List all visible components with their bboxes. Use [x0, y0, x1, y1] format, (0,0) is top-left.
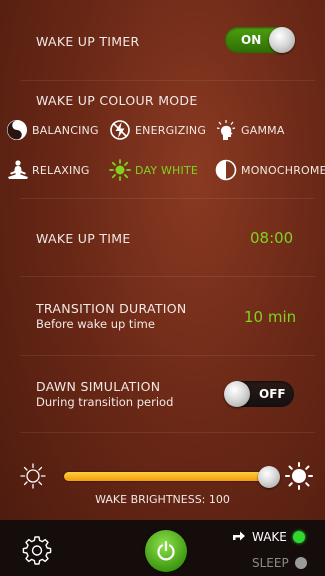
dawn-simulation-label: DAWN SIMULATION — [36, 379, 161, 394]
arrow-right-icon — [232, 529, 246, 544]
dawn-simulation-sublabel: During transition period — [36, 395, 174, 409]
mode-balancing[interactable]: BALANCING — [6, 119, 99, 141]
toggle-knob — [224, 381, 250, 407]
mode-label: MONOCHROME — [241, 163, 325, 177]
wake-label: WAKE — [252, 529, 287, 544]
dawn-simulation-toggle[interactable]: OFF — [224, 381, 294, 407]
wake-up-timer-label: WAKE UP TIMER — [36, 34, 140, 49]
wake-mode-indicator[interactable]: WAKE — [232, 529, 305, 544]
power-icon — [155, 540, 177, 566]
wake-up-time-row[interactable]: WAKE UP TIME 08:00 — [0, 215, 325, 265]
mode-energizing[interactable]: ENERGIZING — [109, 119, 206, 141]
mode-label: ENERGIZING — [135, 123, 207, 137]
mode-label: DAY WHITE — [135, 163, 199, 177]
sleep-label: SLEEP — [252, 556, 289, 570]
gear-icon[interactable] — [22, 535, 52, 569]
divider — [20, 355, 315, 356]
sleep-mode-indicator[interactable]: SLEEP — [252, 556, 307, 570]
mode-gamma[interactable]: GAMMA — [215, 119, 285, 141]
transition-duration-label: TRANSITION DURATION — [36, 301, 187, 316]
dawn-simulation-toggle-state: OFF — [259, 387, 286, 401]
wake-up-time-label: WAKE UP TIME — [36, 231, 131, 246]
brightness-slider-handle[interactable] — [258, 466, 280, 488]
lightning-icon — [109, 119, 131, 141]
transition-duration-row[interactable]: TRANSITION DURATION Before wake up time … — [0, 290, 325, 345]
mode-label: GAMMA — [241, 123, 285, 137]
mode-label: BALANCING — [32, 123, 99, 137]
mode-label: RELAXING — [32, 163, 90, 177]
wake-up-time-value: 08:00 — [250, 229, 294, 247]
wake-status-dot — [292, 530, 305, 543]
half-circle-icon — [215, 159, 237, 181]
head-glow-icon — [215, 119, 237, 141]
transition-duration-value: 10 min — [244, 308, 297, 326]
meditation-icon — [6, 159, 28, 181]
mode-day-white[interactable]: DAY WHITE — [109, 159, 198, 181]
mode-monochrome[interactable]: MONOCHROME — [215, 159, 325, 181]
wake-up-timer-toggle-state: ON — [241, 33, 262, 47]
divider — [20, 432, 315, 433]
divider — [20, 198, 315, 199]
brightness-slider-track[interactable] — [64, 472, 274, 481]
sleep-status-dot — [294, 557, 307, 569]
divider — [20, 80, 315, 81]
wake-brightness-label: WAKE BRIGHTNESS: 100 — [95, 493, 230, 506]
yin-yang-icon — [6, 119, 28, 141]
colour-mode-title: WAKE UP COLOUR MODE — [36, 93, 198, 108]
mode-relaxing[interactable]: RELAXING — [6, 159, 90, 181]
transition-duration-sublabel: Before wake up time — [36, 317, 155, 331]
power-button[interactable] — [145, 530, 187, 572]
sun-outline-icon — [20, 463, 46, 493]
sun-filled-icon — [285, 462, 313, 494]
sun-burst-icon — [109, 159, 131, 181]
divider — [20, 276, 315, 277]
toggle-knob — [269, 27, 295, 53]
wake-up-timer-toggle[interactable]: ON — [225, 27, 295, 53]
